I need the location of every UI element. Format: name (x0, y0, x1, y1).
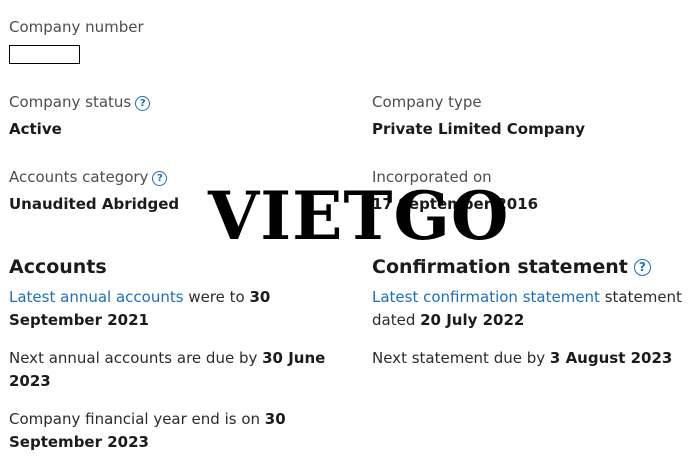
company-status-help-icon[interactable]: ? (135, 96, 151, 111)
confirmation-next-date: 3 August 2023 (549, 349, 673, 367)
latest-confirmation-statement-link[interactable]: Latest confirmation statement (372, 288, 600, 306)
latest-annual-accounts-link[interactable]: Latest annual accounts (9, 288, 184, 306)
company-number-redacted-value (9, 45, 80, 64)
accounts-category-value: Unaudited Abridged (9, 195, 180, 213)
company-status-value: Active (9, 120, 62, 138)
confirmation-statement-heading-text: Confirmation statement (372, 256, 628, 278)
company-type-label: Company type (372, 93, 482, 111)
accounts-category-help-icon[interactable]: ? (152, 171, 168, 186)
company-number-label: Company number (9, 18, 144, 36)
accounts-latest-paragraph: Latest annual accounts were to 30 Septem… (9, 286, 309, 332)
confirmation-latest-date: 20 July 2022 (420, 311, 525, 329)
accounts-next-paragraph: Next annual accounts are due by 30 June … (9, 347, 339, 393)
confirmation-next-text: Next statement due by (372, 349, 550, 367)
confirmation-latest-paragraph: Latest confirmation statement statement … (372, 286, 694, 332)
confirmation-next-paragraph: Next statement due by 3 August 2023 (372, 347, 694, 370)
accounts-category-label: Accounts category? (9, 167, 168, 187)
accounts-heading: Accounts (9, 256, 107, 278)
accounts-latest-text: were to (183, 288, 250, 306)
company-status-label-text: Company status (9, 93, 132, 111)
vietgo-watermark: VIETGO (208, 177, 510, 255)
accounts-category-label-text: Accounts category (9, 168, 149, 186)
company-status-label: Company status? (9, 92, 151, 112)
confirmation-statement-heading: Confirmation statement? (372, 255, 651, 279)
company-type-value: Private Limited Company (372, 120, 586, 138)
confirmation-statement-help-icon[interactable]: ? (633, 259, 651, 276)
financial-year-end-text: Company financial year end is on (9, 410, 265, 428)
accounts-next-text: Next annual accounts are due by (9, 349, 263, 367)
financial-year-end-paragraph: Company financial year end is on 30 Sept… (9, 408, 309, 454)
